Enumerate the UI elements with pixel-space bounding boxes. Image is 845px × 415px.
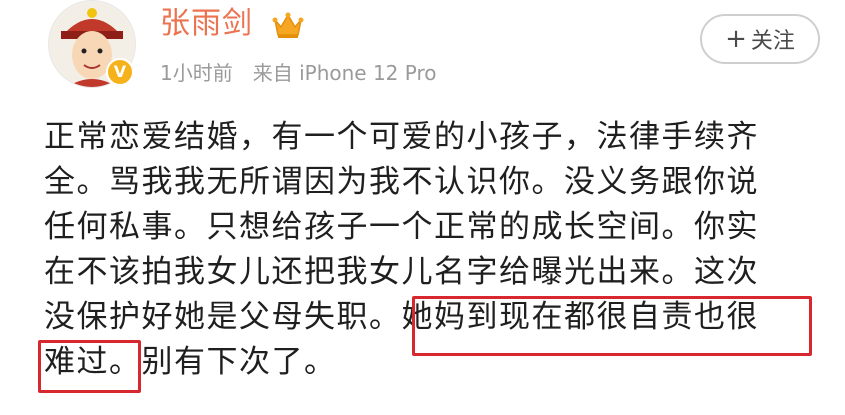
follow-label: 关注 <box>750 29 795 54</box>
red-highlight-box <box>38 340 141 393</box>
post-meta: 1小时前 来自 iPhone 12 Pro <box>160 60 437 86</box>
weibo-post: V 张雨剑 1小时前 来自 iPhone 12 Pro + 关注 正常恋爱结婚，有… <box>0 0 845 415</box>
post-text-line: 全。骂我我无所谓因为我不认识你。没义务跟你说 <box>44 164 759 200</box>
post-time: 1小时前 <box>160 61 233 85</box>
post-text-line: 任何私事。只想给孩子一个正常的成长空间。你实 <box>44 209 759 245</box>
post-source[interactable]: 来自 iPhone 12 Pro <box>253 61 437 85</box>
verified-badge-icon: V <box>106 58 134 86</box>
plus-icon: + <box>725 24 747 54</box>
post-text-line: 在不该拍我女儿还把我女儿名字给曝光出来。这次 <box>44 254 759 290</box>
crown-icon <box>272 12 304 38</box>
red-highlight-box <box>412 296 812 356</box>
follow-button[interactable]: + 关注 <box>700 14 820 64</box>
username[interactable]: 张雨剑 <box>160 6 253 42</box>
post-text-line: 正常恋爱结婚，有一个可爱的小孩子，法律手续齐 <box>44 119 759 155</box>
